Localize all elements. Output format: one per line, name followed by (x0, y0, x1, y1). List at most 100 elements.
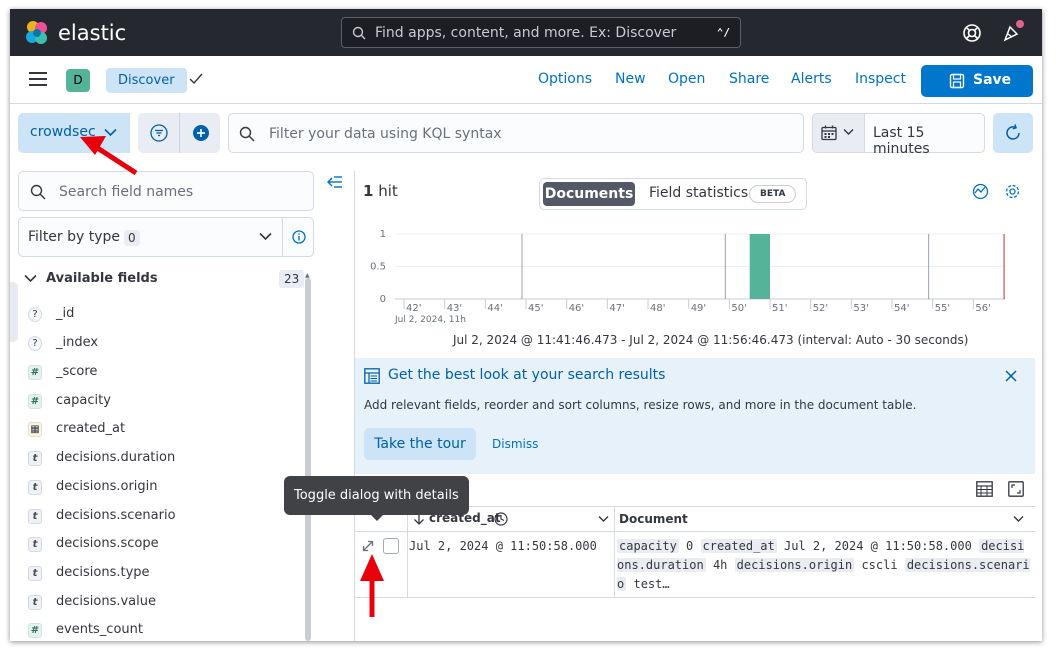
field-item[interactable]: # events_count (26, 619, 296, 641)
sidebar-resize-handle[interactable] (10, 282, 18, 342)
global-header: elastic Find apps, content, and more. Ex… (10, 9, 1042, 56)
field-name: _id (56, 306, 75, 321)
field-item[interactable]: t decisions.origin (26, 476, 296, 500)
y-tick-label: 0 (380, 294, 386, 305)
new-link[interactable]: New (615, 71, 646, 87)
elastic-logo-icon[interactable] (24, 20, 50, 46)
options-link[interactable]: Options (538, 71, 592, 87)
help-icon[interactable] (962, 23, 982, 43)
histogram-chart: 1 0.5 0 42' 43' 44' 45' 46' 47' 48' 49' 50' 51' 52' 53… (370, 229, 1005, 325)
browser-viewport: elastic Find apps, content, and more. Ex… (10, 9, 1042, 641)
callout-text: Add relevant fields, reorder and sort co… (364, 398, 917, 412)
x-axis-sublabel: Jul 2, 2024, 11h (394, 315, 466, 325)
hamburger-menu-icon[interactable] (29, 72, 47, 86)
field-item[interactable]: t decisions.scenario (26, 505, 296, 529)
chart-options-icon[interactable] (972, 183, 989, 200)
filter-by-type-dropdown[interactable]: Filter by type 0 (18, 217, 314, 257)
inspect-link[interactable]: Inspect (855, 71, 906, 87)
refresh-icon (1006, 124, 1020, 140)
string-type-icon: t (28, 566, 42, 581)
x-tick-label: 56' (975, 303, 990, 314)
string-type-icon: t (28, 537, 42, 552)
row-select-checkbox[interactable] (383, 538, 399, 554)
tab-documents[interactable]: Documents (543, 182, 635, 206)
collapse-sidebar-icon[interactable] (327, 175, 343, 189)
share-link[interactable]: Share (729, 71, 769, 87)
doc-key: created_at (700, 539, 777, 553)
field-name: _index (56, 335, 99, 350)
data-view-picker[interactable]: crowdsec (18, 113, 130, 153)
filter-icon[interactable] (150, 124, 168, 142)
number-type-icon: # (28, 365, 42, 380)
chevron-down-icon (24, 274, 37, 283)
x-tick-label: 55' (935, 303, 950, 314)
field-name: _score (56, 364, 98, 379)
field-search-input[interactable]: Search field names (18, 171, 314, 211)
table-icon (364, 368, 380, 384)
field-item[interactable]: t decisions.scope (26, 533, 296, 557)
chevron-down-icon (104, 128, 117, 137)
field-name: decisions.scope (56, 536, 159, 551)
fullscreen-icon[interactable] (1008, 481, 1024, 497)
available-fields-header[interactable]: Available fields 23 (22, 269, 305, 289)
field-name: decisions.scenario (56, 508, 176, 523)
x-tick-label: 50' (731, 303, 746, 314)
field-item[interactable]: t decisions.type (26, 562, 296, 586)
open-link[interactable]: Open (668, 71, 705, 87)
time-picker[interactable]: Last 15 minutes (812, 113, 985, 157)
data-view-name: crowdsec (30, 124, 96, 140)
cell-created-at[interactable]: Jul 2, 2024 @ 11:50:58.000 (407, 532, 615, 597)
alerts-link[interactable]: Alerts (791, 71, 832, 87)
filter-button-group (138, 113, 220, 153)
time-range-label: Last 15 minutes (873, 125, 930, 157)
display-density-icon[interactable] (976, 481, 993, 497)
x-tick-label: 54' (894, 303, 909, 314)
view-mode-toggle: Documents Field statistics BETA (539, 178, 807, 210)
available-fields-count: 23 (279, 270, 305, 288)
field-item[interactable]: # _score (26, 361, 296, 385)
field-item[interactable]: ? _id (26, 303, 296, 327)
cell-value: Jul 2, 2024 @ 11:50:58.000 (409, 539, 597, 553)
field-name: capacity (56, 393, 111, 408)
doc-value: test… (633, 577, 670, 591)
global-search-input[interactable]: Find apps, content, and more. Ex: Discov… (341, 17, 741, 48)
field-item[interactable]: t decisions.duration (26, 447, 296, 471)
field-item[interactable]: # capacity (26, 390, 296, 414)
dismiss-button[interactable]: Dismiss (492, 437, 538, 451)
take-tour-button[interactable]: Take the tour (364, 428, 476, 460)
y-tick-label: 0.5 (370, 262, 386, 273)
save-button[interactable]: Save (921, 65, 1033, 97)
search-icon (30, 184, 46, 200)
quick-menu-button[interactable] (813, 114, 865, 152)
filter-by-type-label: Filter by type (28, 229, 121, 245)
expand-icon[interactable] (362, 540, 374, 552)
main-panel: 1 hit Documents Field statistics BETA 1 0… (354, 171, 1035, 641)
x-tick-label: 43' (447, 303, 462, 314)
cell-document[interactable]: capacity 0 created_at Jul 2, 2024 @ 11:5… (617, 537, 1031, 594)
doc-key: decisions.origin (734, 558, 855, 572)
field-item[interactable]: ▦ created_at (26, 418, 296, 442)
query-bar: crowdsec Filter your data using KQL synt… (10, 104, 1042, 166)
sidebar-scrollbar[interactable] (305, 278, 311, 641)
field-item[interactable]: ? _index (26, 332, 296, 356)
close-icon[interactable] (1005, 370, 1017, 382)
refresh-button[interactable] (993, 113, 1033, 153)
x-tick-label: 47' (609, 303, 624, 314)
x-tick-label: 46' (569, 303, 584, 314)
field-item[interactable]: t decisions.value (26, 591, 296, 615)
breadcrumb-discover[interactable]: Discover (106, 68, 187, 93)
gear-icon[interactable] (1004, 183, 1021, 200)
chevron-down-icon[interactable] (1013, 515, 1024, 523)
kql-query-input[interactable]: Filter your data using KQL syntax (228, 113, 804, 153)
space-avatar[interactable]: D (66, 69, 90, 92)
info-icon[interactable] (292, 230, 306, 244)
string-type-icon: t (28, 451, 42, 466)
field-name: events_count (56, 622, 143, 637)
tab-field-statistics[interactable]: Field statistics (649, 185, 748, 201)
chevron-down-icon[interactable] (598, 515, 609, 523)
add-filter-icon[interactable] (192, 124, 210, 142)
column-header-document[interactable]: Document (615, 507, 1035, 532)
unknown-type-icon: ? (28, 336, 42, 351)
divider (179, 113, 180, 153)
hits-label: hit (378, 182, 398, 200)
